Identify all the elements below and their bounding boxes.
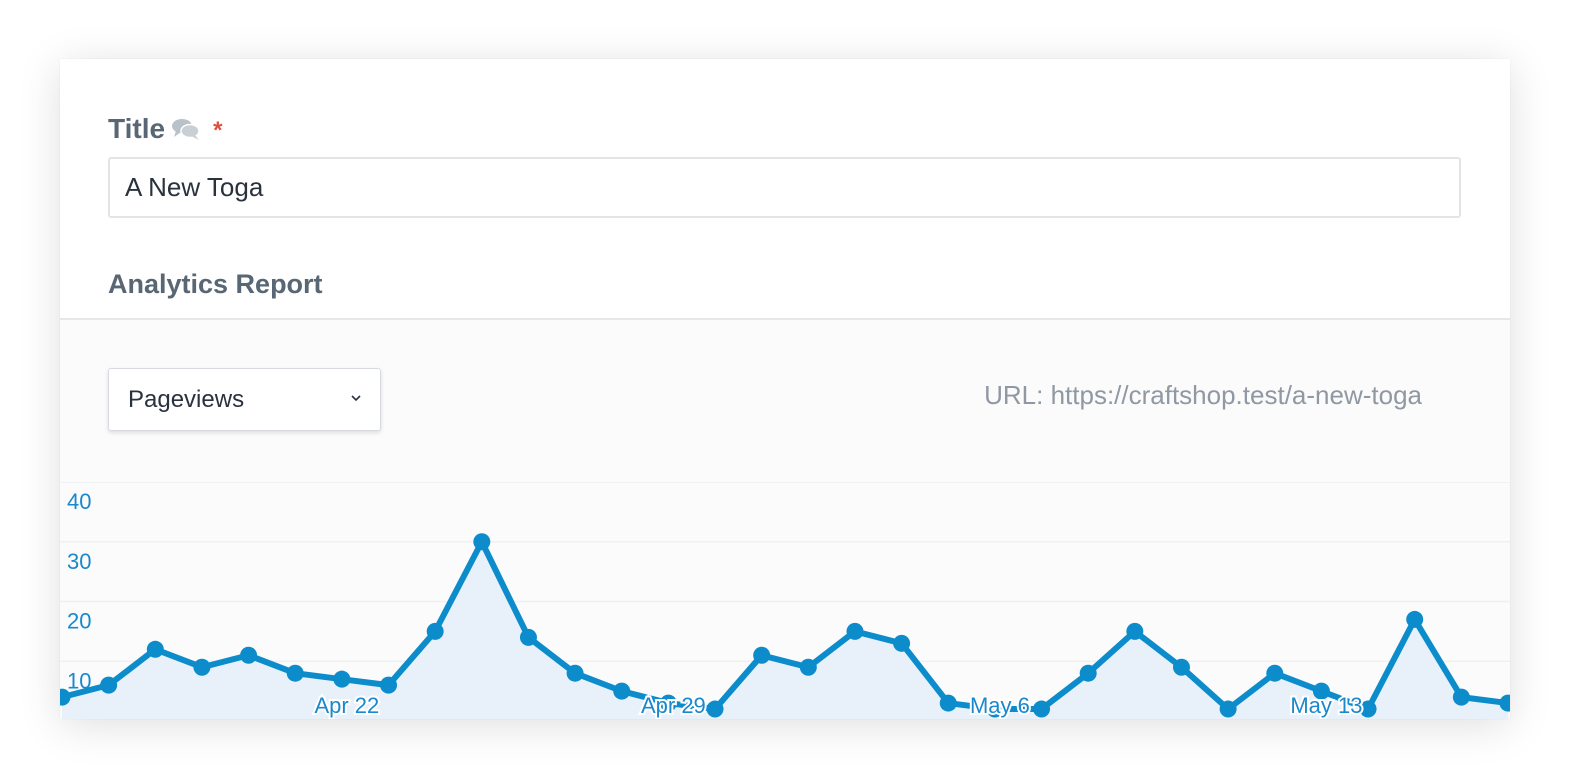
data-point[interactable]	[519, 628, 537, 646]
metric-select[interactable]: Pageviews	[108, 368, 381, 431]
data-point[interactable]	[1266, 664, 1284, 682]
title-input[interactable]	[108, 157, 1461, 218]
data-point[interactable]	[893, 634, 911, 652]
data-point[interactable]	[240, 646, 258, 664]
title-label-text: Title	[108, 113, 166, 144]
y-tick-label: 20	[67, 609, 91, 634]
x-tick-label: Apr 22	[314, 693, 379, 718]
data-point[interactable]	[286, 664, 304, 682]
url-link[interactable]: https://craftshop.test/a-new-toga	[1051, 380, 1422, 410]
url-label: URL:	[984, 380, 1044, 410]
x-tick-label: May 6	[970, 693, 1030, 718]
data-point[interactable]	[473, 533, 491, 551]
data-point[interactable]	[1033, 700, 1051, 718]
data-point[interactable]	[799, 658, 817, 676]
analytics-report-heading: Analytics Report	[108, 269, 323, 299]
chat-bubbles-icon	[172, 119, 200, 140]
chevron-down-icon	[351, 395, 361, 402]
data-point[interactable]	[939, 694, 957, 712]
data-point[interactable]	[146, 640, 164, 658]
x-tick-label: May 13	[1290, 693, 1362, 718]
y-tick-label: 30	[67, 549, 91, 574]
data-point[interactable]	[100, 676, 118, 694]
data-point[interactable]	[1126, 622, 1144, 640]
data-point[interactable]	[333, 670, 351, 688]
pageviews-chart: 10203040Apr 22 Apr 29 May 6 May 13	[60, 482, 1510, 719]
analytics-report-panel: Pageviews URL: https://craftshop.test/a-…	[60, 318, 1510, 719]
data-point[interactable]	[566, 664, 584, 682]
data-point[interactable]	[426, 622, 444, 640]
required-marker: *	[213, 117, 223, 144]
data-point[interactable]	[193, 658, 211, 676]
y-tick-label: 40	[67, 489, 91, 514]
data-point[interactable]	[1406, 610, 1424, 628]
data-point[interactable]	[613, 682, 631, 700]
data-point[interactable]	[706, 700, 724, 718]
metric-select-value: Pageviews	[128, 385, 245, 413]
data-point[interactable]	[753, 646, 771, 664]
entry-card: Title * Analytics Report Pageviews URL: …	[60, 59, 1510, 719]
data-point[interactable]	[1079, 664, 1097, 682]
data-point[interactable]	[846, 622, 864, 640]
title-field-label: Title *	[108, 111, 222, 147]
data-point[interactable]	[1452, 688, 1470, 706]
page-url: URL: https://craftshop.test/a-new-toga	[984, 380, 1422, 411]
data-point[interactable]	[1172, 658, 1190, 676]
x-tick-label: Apr 29	[641, 693, 706, 718]
data-point[interactable]	[1219, 700, 1237, 718]
data-point[interactable]	[380, 676, 398, 694]
